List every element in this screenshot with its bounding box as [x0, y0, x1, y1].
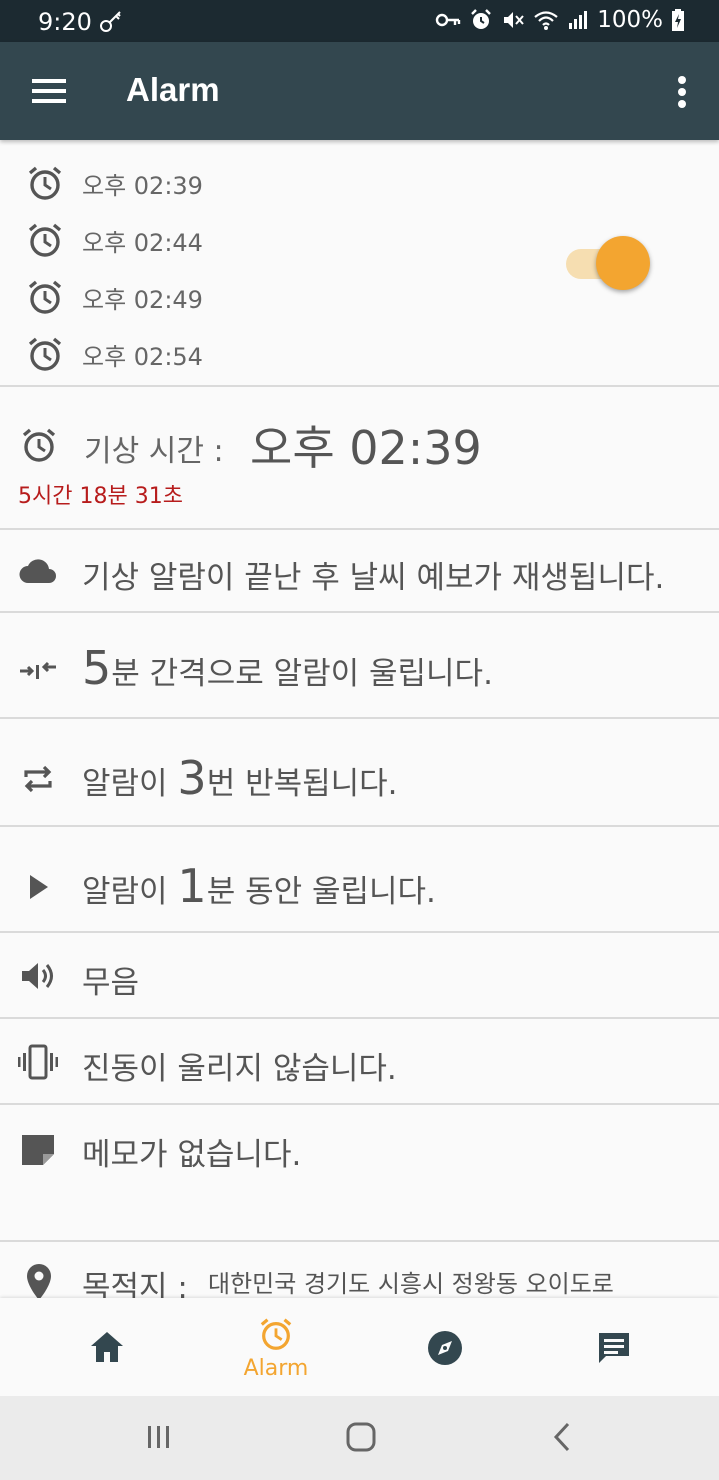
alarm-time: 오후 02:54 [82, 342, 203, 371]
alarm-clock-icon [22, 428, 56, 462]
compass-icon [428, 1331, 462, 1365]
alarm-icon [260, 1318, 292, 1350]
battery-charging-icon [672, 9, 684, 31]
play-icon [30, 875, 48, 899]
repeat-icon [24, 765, 52, 793]
repeat-suffix: 번 반복됩니다. [206, 766, 398, 802]
destination-row[interactable]: 목적지 : 대한민국 경기도 시흥시 정왕동 오이도로 [0, 1242, 719, 1298]
duration-number: 1 [177, 859, 207, 913]
location-pin-icon [27, 1264, 51, 1298]
wake-time-section[interactable]: 기상 시간 : 오후 02:39 5시간 18분 31초 [0, 388, 719, 528]
alarm-item[interactable]: 오후 02:49 [26, 278, 203, 316]
alarm-time: 오후 02:49 [82, 285, 203, 314]
weather-row[interactable]: 기상 알람이 끝난 후 날씨 예보가 재생됩니다. [0, 530, 719, 612]
status-time: 9:20 [38, 8, 92, 36]
signal-icon [569, 11, 588, 29]
sound-row[interactable]: 무음 [0, 933, 719, 1017]
memo-row[interactable]: 메모가 없습니다. [0, 1105, 719, 1239]
alarm-item[interactable]: 오후 02:44 [26, 221, 203, 259]
duration-row[interactable]: 알람이 1분 동안 울립니다. [0, 827, 719, 931]
vibration-row[interactable]: 진동이 울리지 않습니다. [0, 1019, 719, 1103]
nav-chat[interactable] [554, 1298, 674, 1396]
interval-text: 5분 간격으로 알람이 울립니다. [82, 641, 493, 695]
more-vert-icon[interactable] [667, 72, 697, 112]
destination-label: 목적지 : [82, 1270, 188, 1298]
alarm-item[interactable]: 오후 02:39 [26, 164, 203, 202]
alarm-clock-icon [28, 337, 62, 371]
interval-suffix: 분 간격으로 알람이 울립니다. [111, 656, 493, 692]
wifi-icon [534, 11, 558, 30]
nav-alarm-label: Alarm [243, 1356, 309, 1381]
time-remaining: 5시간 18분 31초 [18, 484, 183, 509]
chat-icon [599, 1333, 629, 1363]
app-title: Alarm [126, 71, 220, 108]
nav-explore[interactable] [385, 1298, 505, 1396]
mute-icon [504, 12, 524, 28]
alarm-clock-icon [28, 166, 62, 200]
wake-time-value: 오후 02:39 [250, 421, 482, 475]
memo-text: 메모가 없습니다. [82, 1137, 302, 1173]
key-icon [100, 11, 121, 32]
duration-text: 알람이 1분 동안 울립니다. [82, 859, 436, 913]
vibration-icon [18, 1044, 58, 1080]
memo-icon [22, 1135, 54, 1165]
interval-number: 5 [82, 641, 112, 695]
home-icon [91, 1332, 123, 1362]
divider [0, 385, 719, 387]
snooze-interval-icon [20, 661, 56, 679]
key-icon [436, 13, 461, 27]
vibration-text: 진동이 울리지 않습니다. [82, 1051, 397, 1087]
destination-address: 대한민국 경기도 시흥시 정왕동 오이도로 [208, 1270, 614, 1298]
nav-home[interactable] [47, 1298, 167, 1396]
status-bar: 9:20 100% [0, 0, 719, 42]
alarm-clock-icon [28, 223, 62, 257]
status-icons: 100% [435, 7, 685, 33]
interval-row[interactable]: 5분 간격으로 알람이 울립니다. [0, 613, 719, 717]
back-icon[interactable] [548, 1420, 578, 1454]
recent-apps-icon[interactable] [144, 1422, 174, 1452]
alarm-clock-icon [28, 280, 62, 314]
alarm-time: 오후 02:39 [82, 171, 203, 200]
duration-suffix: 분 동안 울립니다. [206, 874, 436, 910]
alarm-time: 오후 02:44 [82, 228, 203, 257]
alarm-status-icon [471, 9, 492, 29]
sound-text: 무음 [82, 965, 140, 1001]
toggle-knob [596, 236, 650, 290]
bottom-navigation: Alarm [0, 1298, 719, 1396]
app-bar: Alarm [0, 42, 719, 140]
wake-label: 기상 시간 : [84, 434, 224, 469]
battery-percent: 100% [597, 7, 663, 33]
nav-alarm[interactable]: Alarm [216, 1298, 336, 1396]
alarm-list[interactable]: 오후 02:39 오후 02:44 오후 02:49 오후 02:54 [0, 140, 719, 386]
weather-text: 기상 알람이 끝난 후 날씨 예보가 재생됩니다. [82, 560, 665, 596]
alarm-item[interactable]: 오후 02:54 [26, 335, 203, 373]
alarm-toggle[interactable] [566, 235, 652, 291]
home-button-icon[interactable] [344, 1420, 378, 1454]
repeat-number: 3 [177, 751, 207, 805]
system-navigation-bar [0, 1396, 719, 1480]
repeat-prefix: 알람이 [82, 766, 178, 802]
duration-prefix: 알람이 [82, 874, 178, 910]
repeat-text: 알람이 3번 반복됩니다. [82, 751, 398, 805]
volume-icon [22, 963, 53, 989]
hamburger-menu-icon[interactable] [30, 75, 68, 107]
repeat-row[interactable]: 알람이 3번 반복됩니다. [0, 719, 719, 825]
cloud-icon [19, 559, 56, 583]
